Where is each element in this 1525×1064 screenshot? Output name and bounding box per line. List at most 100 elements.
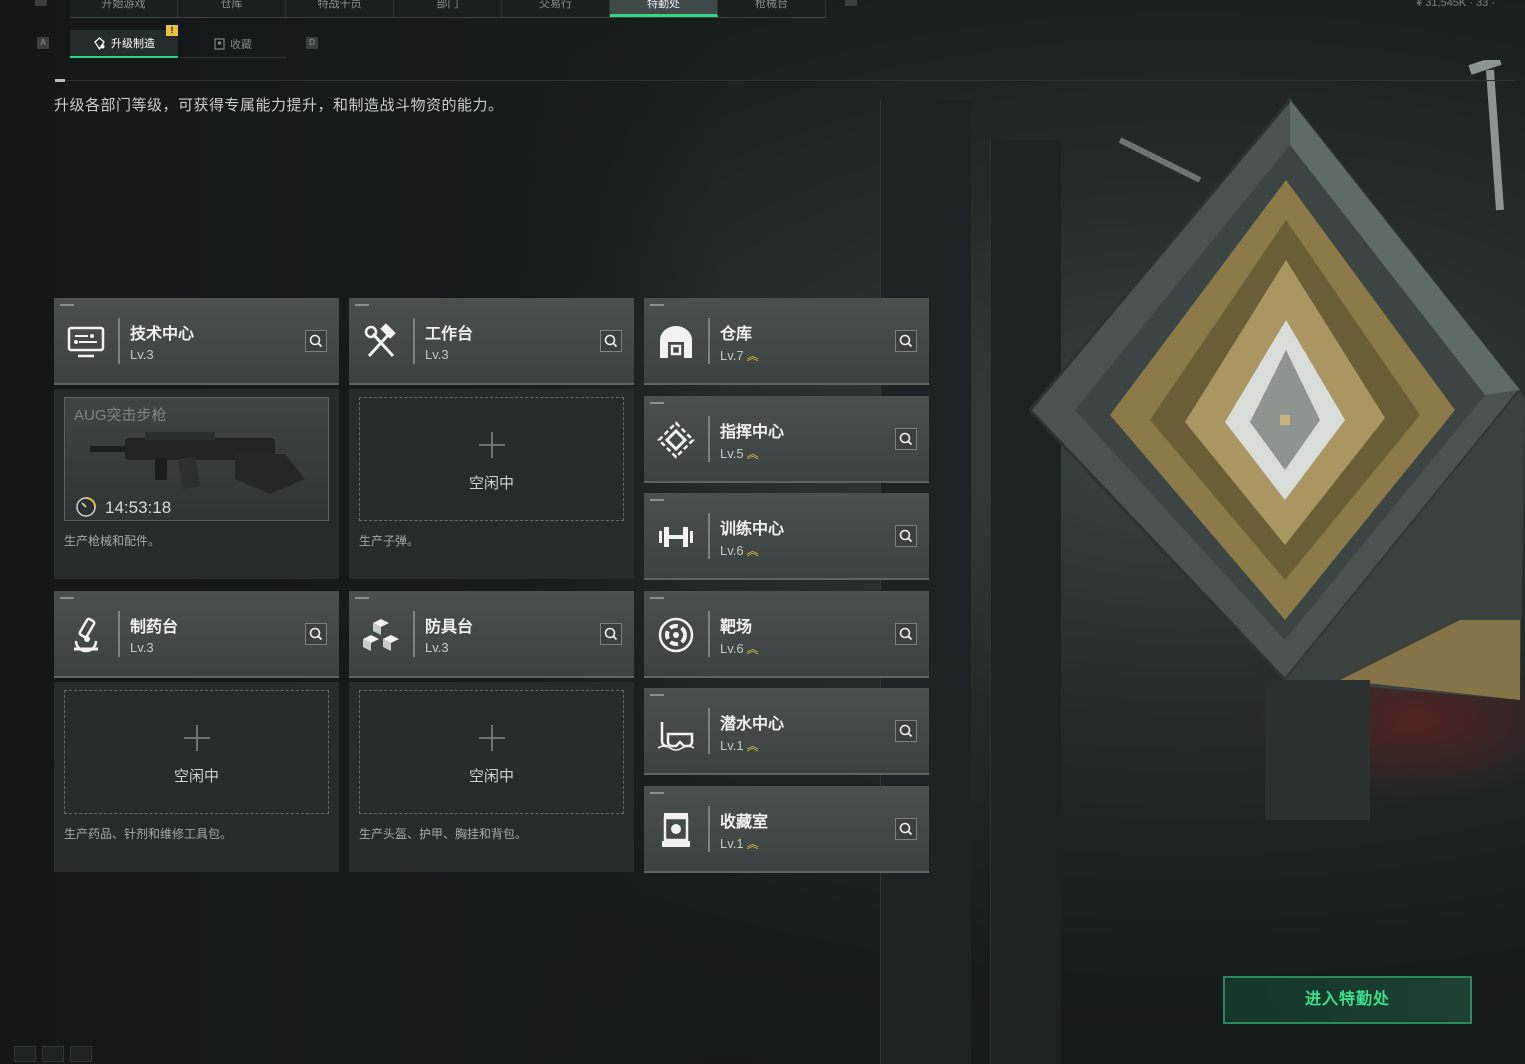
craft-icon [94,36,105,50]
add-icon [479,725,505,751]
department-level: Lv.1 ︽ [720,738,759,753]
card-separator [708,416,710,462]
magnifier-icon [899,529,913,543]
inspect-button[interactable] [895,525,917,547]
status-icon [70,1046,92,1062]
station-name: 技术中心 [130,326,195,343]
subtab-upgrade-craft[interactable]: 升级制造 [70,30,178,58]
inspect-button[interactable] [895,818,917,840]
upgrade-chevron-icon: ︽ [746,544,759,558]
subtab-collection[interactable]: 收藏 [180,30,286,58]
department-level: Lv.6 ︽ [720,641,759,656]
magnifier-icon [899,334,913,348]
magnifier-icon [899,627,913,641]
blocks-icon [363,619,399,651]
inspect-button[interactable] [305,623,327,645]
station-name: 防具台 [425,619,474,636]
upgrade-chevron-icon: ︽ [746,642,759,656]
subtab-upgrade-label: 升级制造 [111,38,155,50]
station-description: 生产药品、针剂和维修工具包。 [64,827,233,841]
status-icon [14,1046,36,1062]
tab-operators[interactable]: 特战干员 [286,0,394,17]
tab-departments[interactable]: 部门 [394,0,502,17]
collection-icon [214,37,225,50]
department-card-diving-center[interactable]: 潜水中心 Lv.1 ︽ [644,688,929,775]
crafting-slot[interactable]: AUG突击步枪 14:53:18 [64,397,329,521]
magnifier-icon [604,627,618,641]
enter-special-ops-button[interactable]: 进入特勤处 [1223,976,1472,1024]
subtab-key-right: D [306,37,318,49]
production-panel-armor-bench: 空闲中 生产头盔、护甲、胸挂和背包。 [349,682,634,872]
tab-warehouse[interactable]: 仓库 [178,0,286,17]
card-corner-mark [650,402,664,404]
station-card-armor-bench[interactable]: 防具台 Lv.3 [349,591,634,678]
idle-label: 空闲中 [468,475,514,492]
target-icon [658,617,694,653]
inspect-button[interactable] [305,330,327,352]
production-panel-pharmacy: 空闲中 生产药品、针剂和维修工具包。 [54,682,339,872]
tab-gunsmith[interactable]: 枪械台 [718,0,826,17]
diving-mask-icon [657,722,695,751]
upgrade-chevron-icon: ︽ [746,739,759,753]
monitor-icon [67,326,105,358]
card-corner-mark [355,597,369,599]
card-separator [708,611,710,657]
hammer-wrench-icon [364,323,396,358]
background-pillar [880,100,971,1064]
department-name: 指挥中心 [720,424,785,441]
inspect-button[interactable] [895,720,917,742]
empty-production-slot[interactable]: 空闲中 [359,397,624,521]
production-panel-tech-center: AUG突击步枪 14:53:18 生产枪械和配件。 [54,389,339,579]
department-card-training-center[interactable]: 训练中心 Lv.6 ︽ [644,493,929,580]
magnifier-icon [604,334,618,348]
card-separator [708,708,710,754]
display-case-icon [662,813,690,847]
station-card-pharmacy[interactable]: 制药台 Lv.3 [54,591,339,678]
department-level: Lv.5 ︽ [720,446,759,461]
station-level: Lv.3 [425,347,449,362]
department-card-collection-room[interactable]: 收藏室 Lv.1 ︽ [644,786,929,873]
timer-clock-icon [76,497,96,517]
card-corner-mark [60,597,74,599]
aug-rifle-image [90,432,305,494]
card-separator [118,611,120,657]
card-corner-mark [650,597,664,599]
status-icon [42,1046,64,1062]
top-navigation: 开始游戏 仓库 特战干员 部门 交易行 特勤处 枪械台 [70,0,826,18]
station-name: 工作台 [425,326,474,343]
inspect-button[interactable] [600,330,622,352]
upgrade-chevron-icon: ︽ [746,349,759,363]
department-level: Lv.7 ︽ [720,348,759,363]
card-corner-mark [650,499,664,501]
station-description: 生产头盔、护甲、胸挂和背包。 [359,827,528,841]
department-name: 训练中心 [720,521,785,538]
inspect-button[interactable] [895,623,917,645]
card-separator [413,318,415,364]
department-level: Lv.1 ︽ [720,836,759,851]
inspect-button[interactable] [895,428,917,450]
inspect-button[interactable] [895,330,917,352]
tab-start-game[interactable]: 开始游戏 [70,0,178,17]
command-icon [657,421,695,459]
card-corner-mark [650,304,664,306]
header-divider [55,80,1515,81]
department-card-command-center[interactable]: 指挥中心 Lv.5 ︽ [644,396,929,483]
department-card-warehouse[interactable]: 仓库 Lv.7 ︽ [644,298,929,385]
inspect-button[interactable] [600,623,622,645]
tab-market[interactable]: 交易行 [502,0,610,17]
upgrade-chevron-icon: ︽ [746,447,759,461]
empty-production-slot[interactable]: 空闲中 [359,690,624,814]
crafting-item-name: AUG突击步枪 [74,407,167,424]
station-card-workbench[interactable]: 工作台 Lv.3 [349,298,634,385]
magnifier-icon [309,627,323,641]
upgrade-chevron-icon: ︽ [746,837,759,851]
idle-label: 空闲中 [173,768,219,785]
card-corner-mark [650,694,664,696]
station-card-tech-center[interactable]: 技术中心 Lv.3 [54,298,339,385]
nav-key-left-icon [35,0,47,6]
tab-special-ops[interactable]: 特勤处 [610,0,718,17]
station-description: 生产枪械和配件。 [64,534,161,548]
empty-production-slot[interactable]: 空闲中 [64,690,329,814]
department-card-shooting-range[interactable]: 靶场 Lv.6 ︽ [644,591,929,678]
card-separator [413,611,415,657]
